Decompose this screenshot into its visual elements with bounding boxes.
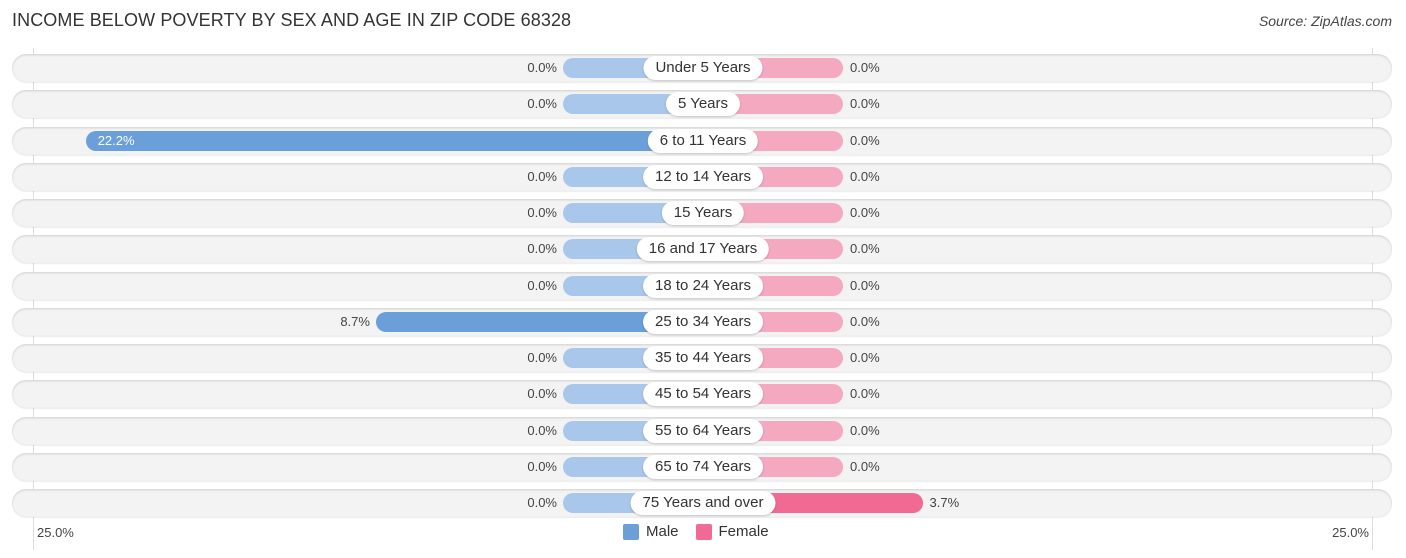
category-label: 65 to 74 Years — [643, 454, 763, 479]
female-value-label: 0.0% — [850, 168, 880, 184]
legend-label-male: Male — [646, 523, 679, 540]
male-value-label: 0.0% — [527, 168, 557, 184]
category-label: 18 to 24 Years — [643, 273, 763, 298]
female-value-label: 0.0% — [850, 96, 880, 112]
female-value-label: 0.0% — [850, 458, 880, 474]
legend-label-female: Female — [718, 523, 769, 540]
female-value-label: 0.0% — [850, 313, 880, 329]
chart-title: INCOME BELOW POVERTY BY SEX AND AGE IN Z… — [12, 10, 572, 30]
category-label: 45 to 54 Years — [643, 382, 763, 407]
female-value-label: 0.0% — [850, 277, 880, 293]
legend: Male Female — [623, 523, 769, 540]
female-value-label: 0.0% — [850, 386, 880, 402]
male-value-label: 0.0% — [527, 96, 557, 112]
category-label: 5 Years — [665, 92, 741, 117]
male-value-label: 0.0% — [527, 495, 557, 510]
female-value-label: 0.0% — [850, 132, 880, 148]
female-value-label: 0.0% — [850, 205, 880, 220]
male-value-label: 8.7% — [340, 313, 370, 329]
male-value-label: 0.0% — [527, 277, 557, 293]
male-value-label: 0.0% — [527, 350, 557, 365]
female-value-label: 0.0% — [850, 60, 880, 75]
female-value-label: 0.0% — [850, 241, 880, 257]
male-value-label: 0.0% — [527, 205, 557, 220]
axis-label-left: 25.0% — [37, 525, 74, 540]
male-bar — [85, 130, 703, 151]
category-label: 25 to 34 Years — [643, 309, 763, 334]
legend-swatch-male — [623, 523, 639, 540]
male-value-label: 0.0% — [527, 60, 557, 75]
category-label: 6 to 11 Years — [647, 128, 759, 153]
category-label: Under 5 Years — [643, 56, 763, 80]
female-value-label: 3.7% — [929, 495, 960, 510]
axis-label-right: 25.0% — [1332, 525, 1369, 540]
category-label: 55 to 64 Years — [643, 418, 763, 443]
male-value-label: 0.0% — [527, 422, 557, 438]
female-value-label: 0.0% — [850, 350, 880, 365]
male-value-label: 0.0% — [527, 241, 557, 257]
male-value-label: 0.0% — [527, 386, 557, 402]
male-value-label: 0.0% — [527, 458, 557, 474]
category-label: 75 Years and over — [630, 491, 776, 515]
category-label: 12 to 14 Years — [643, 164, 763, 189]
source-label: Source: ZipAtlas.com — [1258, 13, 1392, 29]
category-label: 16 and 17 Years — [636, 237, 770, 262]
category-label: 15 Years — [661, 201, 745, 225]
category-label: 35 to 44 Years — [643, 346, 763, 370]
female-value-label: 0.0% — [850, 422, 880, 438]
male-value-label: 22.2% — [97, 132, 135, 148]
legend-swatch-female — [695, 523, 712, 540]
